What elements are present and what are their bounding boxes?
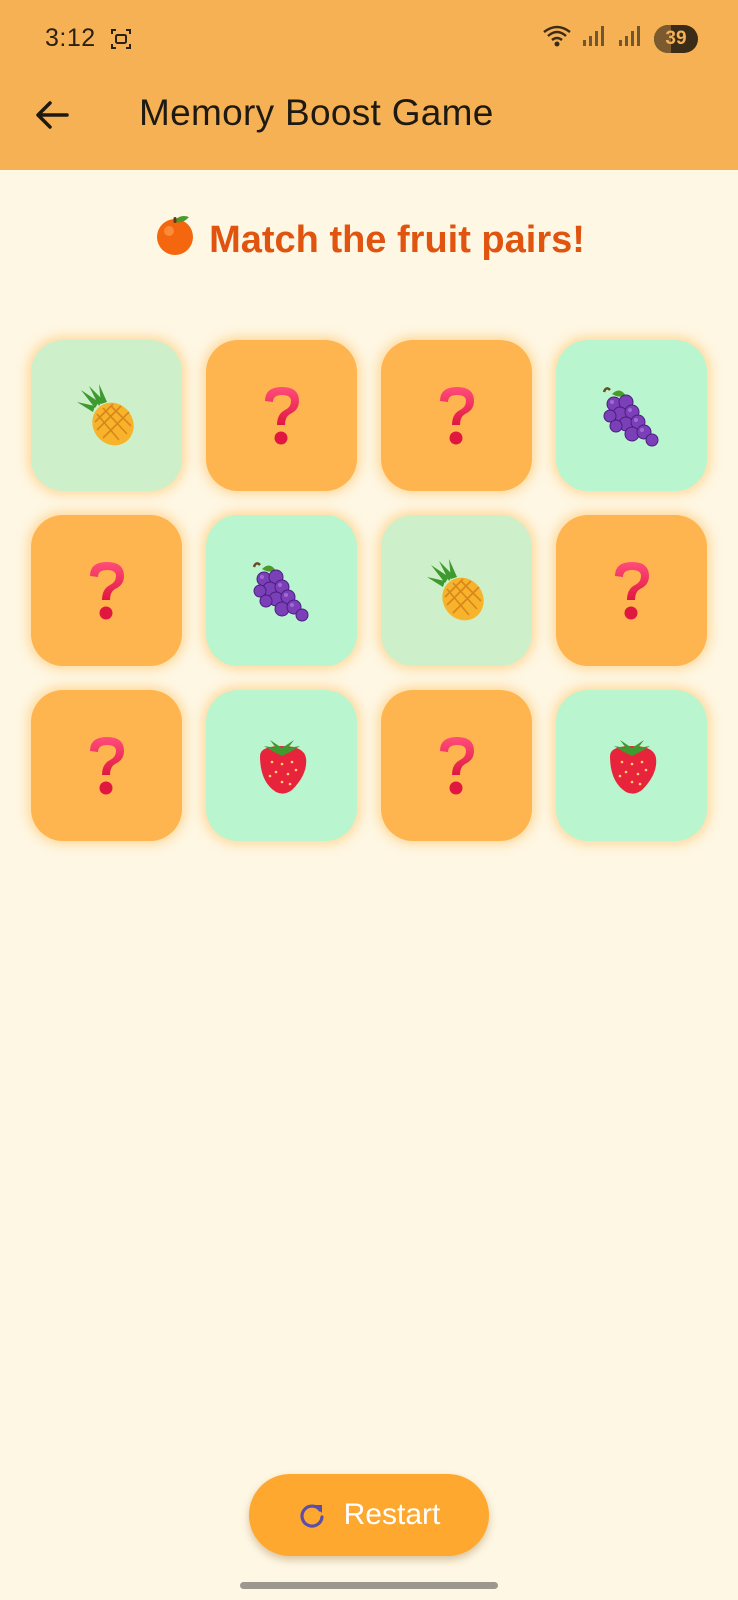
memory-card-9[interactable] <box>31 690 182 841</box>
battery-icon: 39 <box>654 24 698 53</box>
back-button[interactable] <box>30 93 74 137</box>
refresh-icon <box>300 1504 324 1528</box>
grapes-icon <box>600 384 664 448</box>
card-grid <box>31 340 707 841</box>
memory-card-4[interactable] <box>556 340 707 491</box>
question-icon <box>257 383 307 449</box>
memory-card-10[interactable] <box>206 690 357 841</box>
strawberry-icon <box>602 734 662 798</box>
grapes-icon <box>250 559 314 623</box>
memory-card-1[interactable] <box>31 340 182 491</box>
wifi-icon <box>542 24 572 53</box>
memory-card-5[interactable] <box>31 515 182 666</box>
pineapple-icon <box>425 558 489 623</box>
restart-button[interactable]: Restart <box>249 1474 489 1556</box>
question-icon <box>82 733 132 799</box>
question-icon <box>432 733 482 799</box>
memory-card-12[interactable] <box>556 690 707 841</box>
memory-card-6[interactable] <box>206 515 357 666</box>
app-bar: 3:12 39 Memory Boost Game <box>0 0 738 170</box>
tangerine-icon <box>153 212 197 266</box>
signal-icon <box>582 25 608 52</box>
question-icon <box>82 558 132 624</box>
page-title: Memory Boost Game <box>139 92 494 133</box>
memory-card-2[interactable] <box>206 340 357 491</box>
game-instruction: Match the fruit pairs! <box>0 212 738 266</box>
home-indicator[interactable] <box>240 1582 498 1589</box>
question-icon <box>432 383 482 449</box>
pineapple-icon <box>75 383 139 448</box>
memory-card-8[interactable] <box>556 515 707 666</box>
heading-text: Match the fruit pairs! <box>209 219 585 261</box>
strawberry-icon <box>252 734 312 798</box>
memory-card-11[interactable] <box>381 690 532 841</box>
restart-label: Restart <box>343 1498 441 1531</box>
battery-level: 39 <box>665 27 687 49</box>
signal-icon-2 <box>618 25 644 52</box>
screenshot-icon <box>110 28 132 50</box>
memory-card-3[interactable] <box>381 340 532 491</box>
memory-card-7[interactable] <box>381 515 532 666</box>
status-time: 3:12 <box>45 24 96 52</box>
question-icon <box>607 558 657 624</box>
status-icons: 39 <box>542 24 698 53</box>
arrow-left-icon <box>36 101 69 129</box>
